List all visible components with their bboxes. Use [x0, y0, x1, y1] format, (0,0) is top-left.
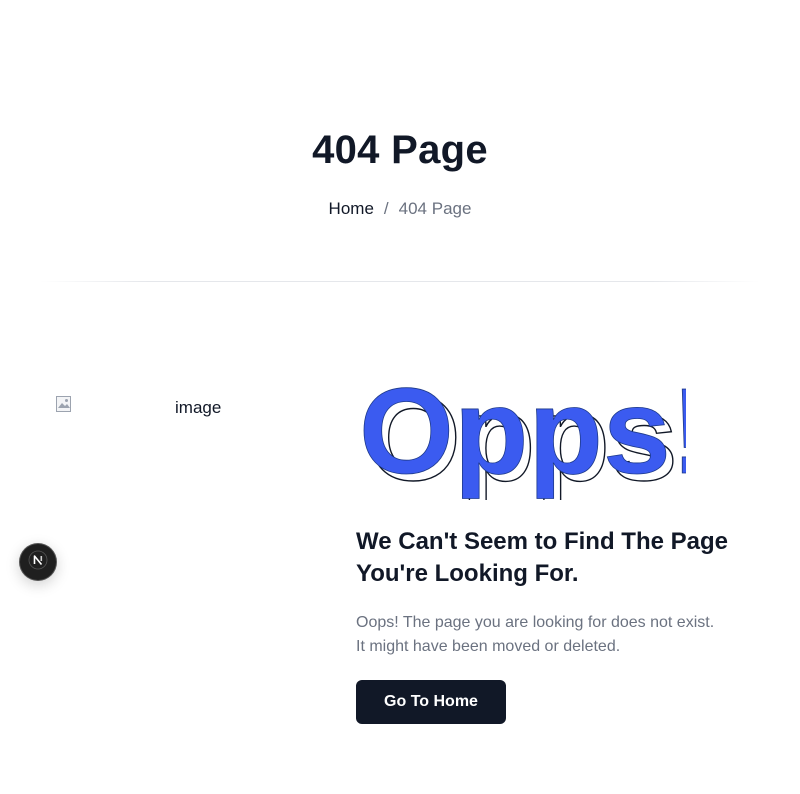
error-description: Oops! The page you are looking for does … [356, 611, 766, 659]
illustration-image: image [56, 396, 316, 436]
nextjs-dev-badge[interactable] [19, 543, 57, 581]
opps-fill-text: Opps! [359, 372, 686, 499]
page-title: 404 Page [312, 128, 488, 172]
error-description-line-1: Oops! The page you are looking for does … [356, 614, 715, 631]
error-description-line-2: It might have been moved or deleted. [356, 638, 621, 655]
breadcrumb-current: 404 Page [398, 199, 472, 218]
image-alt-text: image [175, 398, 222, 417]
error-heading: We Can't Seem to Find The Page You're Lo… [356, 526, 776, 590]
breadcrumb-home-link[interactable]: Home [329, 199, 374, 218]
go-to-home-button[interactable]: Go To Home [356, 680, 506, 724]
broken-image-icon [56, 396, 72, 412]
breadcrumb: Home / 404 Page [0, 199, 800, 219]
opps-text-art: Opps! Opps! [356, 372, 686, 500]
not-found-page: 404 Page Home / 404 Page image Opps! Opps!… [0, 0, 800, 794]
nextjs-logo-icon [28, 550, 48, 575]
error-heading-line-1: We Can't Seem to Find The Page [356, 528, 728, 555]
section-divider [40, 281, 760, 282]
error-heading-line-2: You're Looking For. [356, 560, 579, 587]
breadcrumb-separator: / [383, 199, 389, 218]
